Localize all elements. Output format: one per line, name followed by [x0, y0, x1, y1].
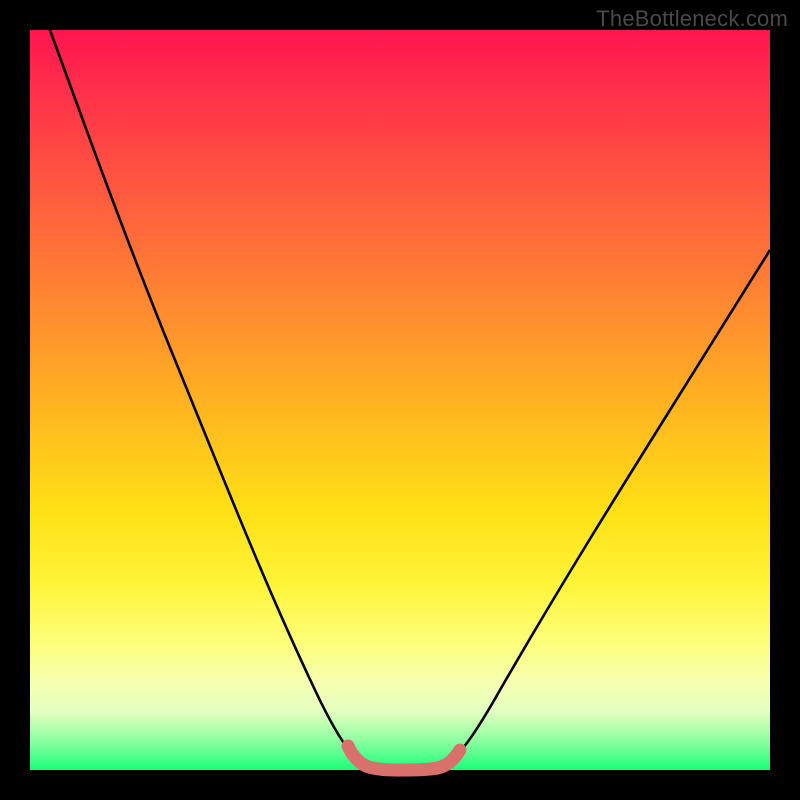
watermark-text: TheBottleneck.com [596, 6, 788, 32]
chart-frame: TheBottleneck.com [0, 0, 800, 800]
highlight-trough [348, 746, 460, 770]
chart-svg [30, 30, 770, 770]
bottleneck-curve-line [50, 30, 770, 770]
plot-area [30, 30, 770, 770]
